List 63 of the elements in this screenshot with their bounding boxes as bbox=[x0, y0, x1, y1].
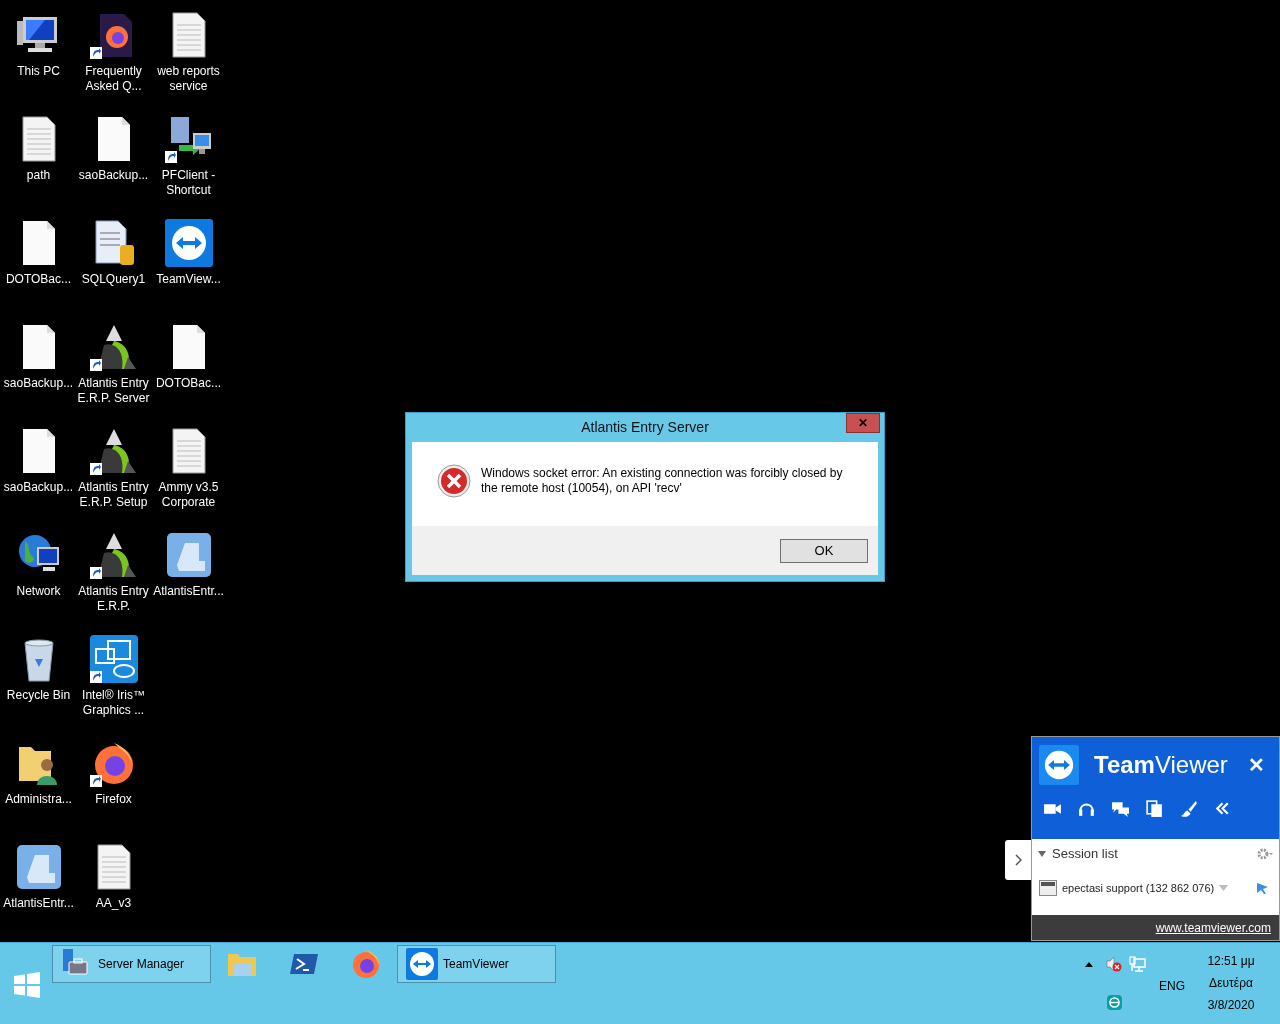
desktop-icon-label[interactable]: Firefox bbox=[76, 792, 151, 807]
error-icon bbox=[437, 464, 471, 498]
clock-time: 12:51 μμ bbox=[1207, 954, 1255, 969]
desktop-icon-label[interactable]: Intel® Iris™ Graphics ... bbox=[76, 688, 151, 718]
desktop-icon-label[interactable]: path bbox=[1, 168, 76, 183]
atlantis-icon[interactable] bbox=[89, 531, 138, 579]
caret-up-icon[interactable] bbox=[1085, 962, 1093, 967]
taskbar-button[interactable]: TeamViewer bbox=[397, 945, 556, 983]
desktop-icon-label[interactable]: AtlantisEntr... bbox=[151, 584, 226, 599]
close-button[interactable]: ✕ bbox=[1248, 755, 1265, 775]
atlantis-icon[interactable] bbox=[89, 427, 138, 475]
desktop-icon-label[interactable]: TeamView... bbox=[151, 272, 226, 287]
desktop-icon-label[interactable]: AtlantisEntr... bbox=[1, 896, 76, 911]
desktop-icon-label[interactable]: DOTOBac... bbox=[1, 272, 76, 287]
desktop-icon-label[interactable]: Atlantis Entry E.R.P. Setup bbox=[76, 480, 151, 510]
eset-icon[interactable] bbox=[1107, 995, 1122, 1010]
desktop-icon-label[interactable]: SQLQuery1 bbox=[76, 272, 151, 287]
gear-icon[interactable] bbox=[1257, 848, 1273, 860]
error-message: Windows socket error: An existing connection was forcibly closed by the remote host (10054), on API 'recv' bbox=[481, 466, 844, 496]
desktop-icon-label[interactable]: This PC bbox=[1, 64, 76, 79]
desktop-icon-label[interactable]: saoBackup... bbox=[76, 168, 151, 183]
desktop-icon-label[interactable]: Frequently Asked Q... bbox=[76, 64, 151, 94]
windows-start-icon[interactable] bbox=[14, 972, 40, 998]
teamviewer-logo-icon bbox=[1039, 745, 1079, 785]
desktop-icon-label[interactable]: Atlantis Entry E.R.P. bbox=[76, 584, 151, 614]
clock-day: Δευτέρα bbox=[1209, 976, 1253, 991]
desktop-icon-label[interactable]: Recycle Bin bbox=[1, 688, 76, 703]
firefox-icon bbox=[350, 948, 382, 980]
desktop-icon-label[interactable]: PFClient - Shortcut bbox=[151, 168, 226, 198]
teamviewer-icon bbox=[406, 948, 438, 980]
atlantis-app-icon[interactable] bbox=[14, 843, 63, 891]
desktop-icon-label[interactable]: Network bbox=[1, 584, 76, 599]
panel-title: TeamViewer bbox=[1094, 750, 1228, 780]
session-entry[interactable]: epectasi support (132 862 076) bbox=[1062, 879, 1215, 897]
desktop-icon-label[interactable]: saoBackup... bbox=[1, 376, 76, 391]
desktop-icon-label[interactable]: AA_v3 bbox=[76, 896, 151, 911]
clock[interactable]: 12:51 μμ Δευτέρα 3/8/2020 bbox=[1196, 954, 1266, 1013]
expanded-triangle-icon[interactable] bbox=[1037, 849, 1047, 859]
session-list-heading: Session list bbox=[1052, 845, 1118, 864]
cursor-arrow-icon[interactable] bbox=[1256, 881, 1269, 895]
atlantis-app-icon[interactable] bbox=[164, 531, 213, 579]
desktop-icon-label[interactable]: web reports service bbox=[151, 64, 226, 94]
ok-button[interactable]: OK bbox=[780, 538, 868, 563]
desktop-icon-label[interactable]: DOTOBac... bbox=[151, 376, 226, 391]
computer-screen-icon bbox=[1039, 880, 1057, 896]
brush-icon[interactable] bbox=[1179, 799, 1198, 818]
language-indicator[interactable]: ENG bbox=[1159, 977, 1185, 995]
files-icon[interactable] bbox=[1145, 799, 1164, 818]
desktop-icon-label[interactable]: Ammy v3.5 Corporate bbox=[151, 480, 226, 510]
close-button[interactable]: ✕ bbox=[846, 413, 880, 433]
muted-speaker-icon[interactable] bbox=[1106, 956, 1122, 972]
atlantis-icon[interactable] bbox=[89, 323, 138, 371]
clock-date: 3/8/2020 bbox=[1207, 998, 1255, 1013]
server-monitor-icon[interactable] bbox=[164, 115, 213, 163]
window-title: Atlantis Entry Server bbox=[581, 418, 709, 437]
desktop-icon-label[interactable]: Atlantis Entry E.R.P. Server bbox=[76, 376, 151, 406]
chat-icon[interactable] bbox=[1111, 799, 1130, 818]
intel-icon[interactable] bbox=[89, 635, 138, 683]
chevron-right-icon bbox=[1014, 854, 1022, 866]
teamviewer-icon[interactable] bbox=[164, 219, 213, 267]
taskbar-button[interactable]: Server Manager bbox=[52, 945, 211, 983]
desktop-icon-label[interactable]: saoBackup... bbox=[1, 480, 76, 495]
desktop-icon-label[interactable]: Administra... bbox=[1, 792, 76, 807]
